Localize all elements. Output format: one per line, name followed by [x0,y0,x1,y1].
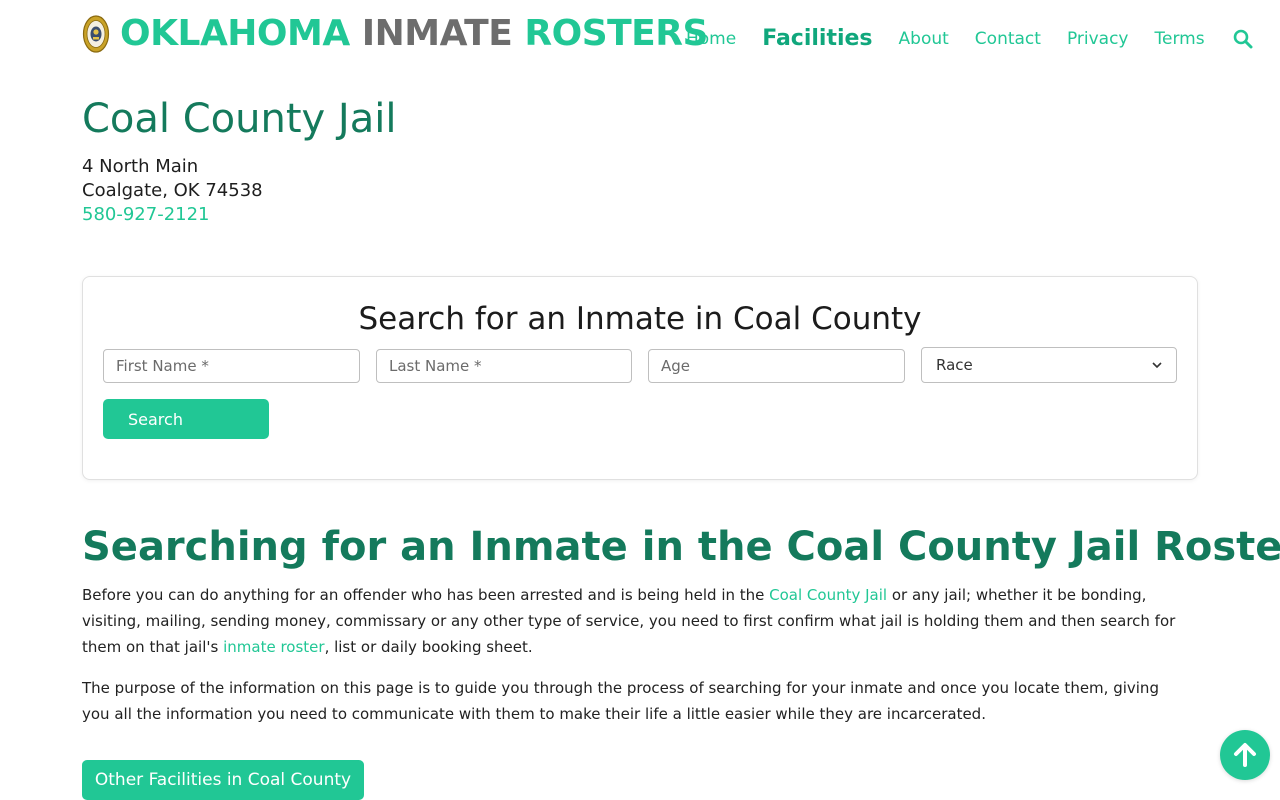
main-nav: Home Facilities About Contact Privacy Te… [686,24,1253,54]
nav-about[interactable]: About [899,24,949,54]
first-name-input[interactable] [103,349,360,383]
paragraph-1-text-a: Before you can do anything for an offend… [82,586,770,604]
last-name-input[interactable] [376,349,632,383]
inmate-search-card: Search for an Inmate in Coal County Race… [82,276,1198,480]
inmate-roster-link[interactable]: inmate roster [223,638,324,656]
brand-part-oklahoma: OKLAHOMA [120,13,350,54]
phone-link[interactable]: 580-927-2121 [82,203,210,227]
nav-facilities[interactable]: Facilities [762,24,872,54]
coal-county-jail-link[interactable]: Coal County Jail [769,586,887,604]
site-brand[interactable]: OKLAHOMA INMATE ROSTERS [120,14,708,54]
age-input[interactable] [648,349,905,383]
nav-contact[interactable]: Contact [975,24,1041,54]
other-facilities-button[interactable]: Other Facilities in Coal County [82,760,364,800]
brand-part-inmate: INMATE [361,13,513,54]
article-heading: Searching for an Inmate in the Coal Coun… [82,524,1280,570]
nav-privacy[interactable]: Privacy [1067,24,1129,54]
nav-terms[interactable]: Terms [1155,24,1205,54]
nav-home[interactable]: Home [686,24,736,54]
search-button[interactable]: Search [103,399,269,439]
address-line-2: Coalgate, OK 74538 [82,180,263,201]
site-header: OKLAHOMA INMATE ROSTERS Home Facilities … [82,8,1253,60]
article-paragraph-2: The purpose of the information on this p… [82,679,1159,723]
paragraph-1-text-c: , list or daily booking sheet. [324,638,533,656]
race-select[interactable]: Race [921,347,1177,383]
chevron-down-icon [1152,362,1162,369]
race-select-value: Race [936,356,973,374]
arrow-up-icon [1234,743,1256,767]
back-to-top-button[interactable] [1220,730,1270,780]
brand-part-rosters: ROSTERS [524,13,708,54]
search-card-title: Search for an Inmate in Coal County [358,301,922,337]
article-paragraph-1: Before you can do anything for an offend… [82,582,1182,660]
page-title: Coal County Jail [82,96,397,142]
county-badge-icon[interactable] [82,14,110,54]
address-line-1: 4 North Main [82,156,199,177]
search-icon[interactable] [1233,29,1253,49]
